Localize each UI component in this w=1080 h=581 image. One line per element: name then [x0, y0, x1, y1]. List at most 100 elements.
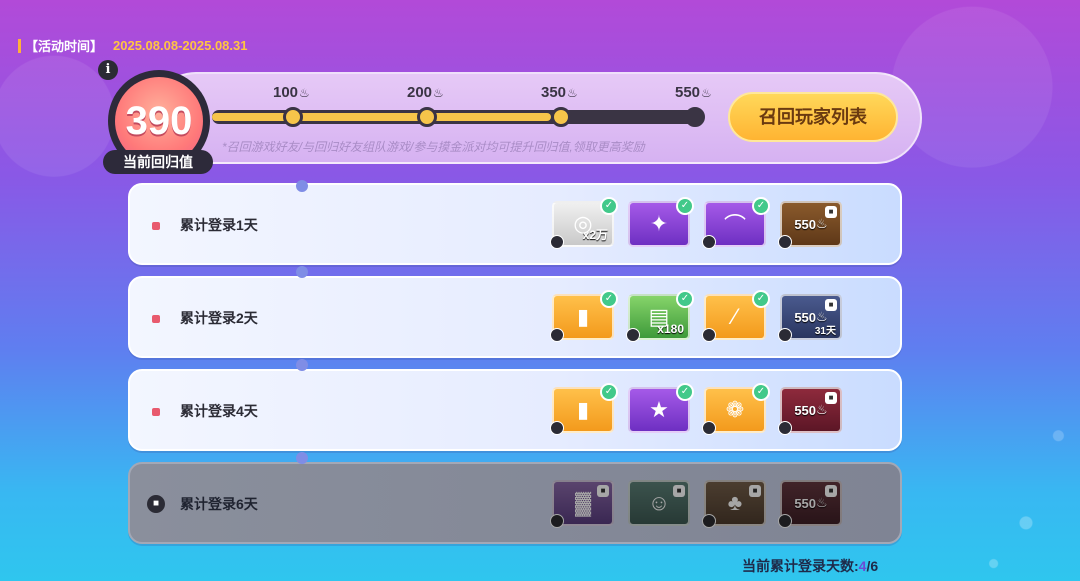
milestone-value: 100 — [273, 84, 299, 101]
reward-quantity: x2万 — [582, 228, 608, 242]
ticket-icon: ▮ — [576, 397, 590, 422]
info-icon[interactable]: i — [98, 60, 118, 80]
login-day-row: 累计登录2天 ▮ ✓ ▤ x180 ✓ ⁄ ✓ 550 ♨ 31天 ■ — [128, 276, 902, 358]
scarf-icon: ⌒ — [723, 213, 746, 238]
reward-item[interactable]: ◎ x2万 ✓ — [550, 197, 618, 249]
milestone-dot-550 — [685, 107, 705, 127]
flame-icon: ♨ — [701, 85, 712, 100]
reward-item[interactable]: ☺ ■ — [628, 480, 690, 526]
login-count-label: 当前累计登录天数: — [742, 558, 859, 574]
ticket-icon: ▮ — [576, 304, 590, 329]
claimed-check-icon: ✓ — [676, 383, 694, 401]
claimed-check-icon: ✓ — [752, 197, 770, 215]
flame-icon: ♨ — [433, 85, 444, 100]
event-time-accent — [18, 38, 21, 53]
reward-item[interactable]: ✦ ✓ — [628, 197, 694, 247]
reward-item[interactable]: ♣ ■ — [702, 480, 766, 528]
reward-source-badge — [550, 421, 564, 435]
reward-item[interactable]: 550 ♨ ■ — [778, 387, 842, 435]
claimed-check-icon: ✓ — [600, 383, 618, 401]
character-icon: ☺ — [647, 490, 671, 515]
reward-item[interactable]: ⌒ ✓ — [702, 197, 770, 249]
row-connector — [296, 180, 308, 192]
recall-players-button[interactable]: 召回玩家列表 — [728, 92, 898, 142]
row-marker — [152, 315, 160, 323]
row-connector — [296, 359, 308, 371]
reward-item[interactable]: ▮ ✓ — [550, 383, 618, 435]
reward-source-badge — [702, 421, 716, 435]
milestone-value: 350 — [541, 84, 567, 101]
claimed-check-icon: ✓ — [676, 197, 694, 215]
event-time-label: 【活动时间】 — [25, 39, 104, 54]
login-day-title: 累计登录2天 — [180, 310, 258, 326]
reward-source-badge — [550, 514, 564, 528]
reward-duration: 31天 — [814, 326, 836, 337]
reward-item[interactable]: ▮ ✓ — [550, 290, 618, 342]
login-day-title: 累计登录6天 — [180, 496, 258, 512]
milestone-dot-200 — [417, 107, 437, 127]
polar-bear-icon: ❁ — [725, 397, 745, 422]
login-day-row: ■ 累计登录6天 ▓ ■ ☺ ■ ♣ ■ 550 ♨ ■ — [128, 462, 902, 544]
reward-quantity: x180 — [657, 322, 684, 336]
reward-list: ◎ x2万 ✓ ✦ ✓ ⌒ ✓ 550 ♨ ■ — [550, 197, 842, 249]
login-count: 当前累计登录天数:4/6 — [742, 556, 878, 576]
reward-item[interactable]: 550 ♨ ■ — [778, 201, 842, 249]
reward-cost: 550 — [794, 402, 817, 418]
milestone-label-100: 100 ♨ — [273, 84, 310, 101]
claimed-check-icon: ✓ — [600, 290, 618, 308]
current-value: 390 — [125, 98, 193, 143]
reward-list: ▓ ■ ☺ ■ ♣ ■ 550 ♨ ■ — [550, 480, 842, 528]
login-day-title: 累计登录1天 — [180, 217, 258, 233]
claimed-check-icon: ✓ — [600, 197, 618, 215]
reward-cost: 550 — [794, 309, 817, 325]
lock-icon: ■ — [825, 299, 837, 311]
star-crown-icon: ★ — [649, 397, 669, 422]
milestone-label-200: 200 ♨ — [407, 84, 444, 101]
reward-source-badge — [626, 328, 640, 342]
reward-item[interactable]: ★ ✓ — [628, 383, 694, 433]
reward-source-badge — [550, 328, 564, 342]
row-marker — [152, 408, 160, 416]
progress-track-fill — [212, 113, 551, 121]
current-value-label: 当前回归值 — [103, 150, 213, 174]
lock-icon: ■ — [825, 392, 837, 404]
milestone-dot-100 — [283, 107, 303, 127]
reward-item[interactable]: ▤ x180 ✓ — [626, 290, 694, 342]
login-day-row: 累计登录1天 ◎ x2万 ✓ ✦ ✓ ⌒ ✓ 550 ♨ ■ — [128, 183, 902, 265]
reward-cost: 550 — [794, 495, 817, 511]
login-day-row: 累计登录4天 ▮ ✓ ★ ✓ ❁ ✓ 550 ♨ ■ — [128, 369, 902, 451]
event-time-dates: 2025.08.08-2025.08.31 — [113, 38, 248, 53]
flame-icon: ♨ — [816, 216, 828, 231]
reward-item[interactable]: 550 ♨ ■ — [778, 480, 842, 528]
milestone-value: 550 — [675, 84, 701, 101]
flame-icon: ♨ — [567, 85, 578, 100]
reward-item[interactable]: 550 ♨ 31天 ■ — [778, 294, 842, 342]
milestone-value: 200 — [407, 84, 433, 101]
progress-hint: *召回游戏好友/与回归好友组队游戏/参与摸金派对均可提升回归值,领取更高奖励 — [222, 140, 645, 154]
reward-source-badge — [778, 235, 792, 249]
flame-icon: ♨ — [816, 402, 828, 417]
lock-icon: ■ — [147, 495, 165, 513]
milestone-dot-350 — [551, 107, 571, 127]
flame-icon: ♨ — [816, 495, 828, 510]
reward-source-badge — [778, 328, 792, 342]
lock-icon: ■ — [749, 485, 761, 497]
claimed-check-icon: ✓ — [676, 290, 694, 308]
claimed-check-icon: ✓ — [752, 383, 770, 401]
avatar-frame-icon: ✦ — [649, 211, 669, 236]
login-day-title: 累计登录4天 — [180, 403, 258, 419]
milestone-label-550: 550 ♨ — [675, 84, 712, 101]
reward-item[interactable]: ⁄ ✓ — [702, 290, 770, 342]
lock-icon: ■ — [825, 206, 837, 218]
row-connector — [296, 452, 308, 464]
claimed-check-icon: ✓ — [752, 290, 770, 308]
row-marker — [152, 222, 160, 230]
lock-icon: ■ — [673, 485, 685, 497]
reward-source-badge — [702, 328, 716, 342]
reward-item[interactable]: ▓ ■ — [550, 480, 614, 528]
chart-card-icon: ▓ — [574, 490, 592, 515]
reward-source-badge — [702, 235, 716, 249]
reward-source-badge — [550, 235, 564, 249]
reward-item[interactable]: ❁ ✓ — [702, 383, 770, 435]
reward-list: ▮ ✓ ★ ✓ ❁ ✓ 550 ♨ ■ — [550, 383, 842, 435]
